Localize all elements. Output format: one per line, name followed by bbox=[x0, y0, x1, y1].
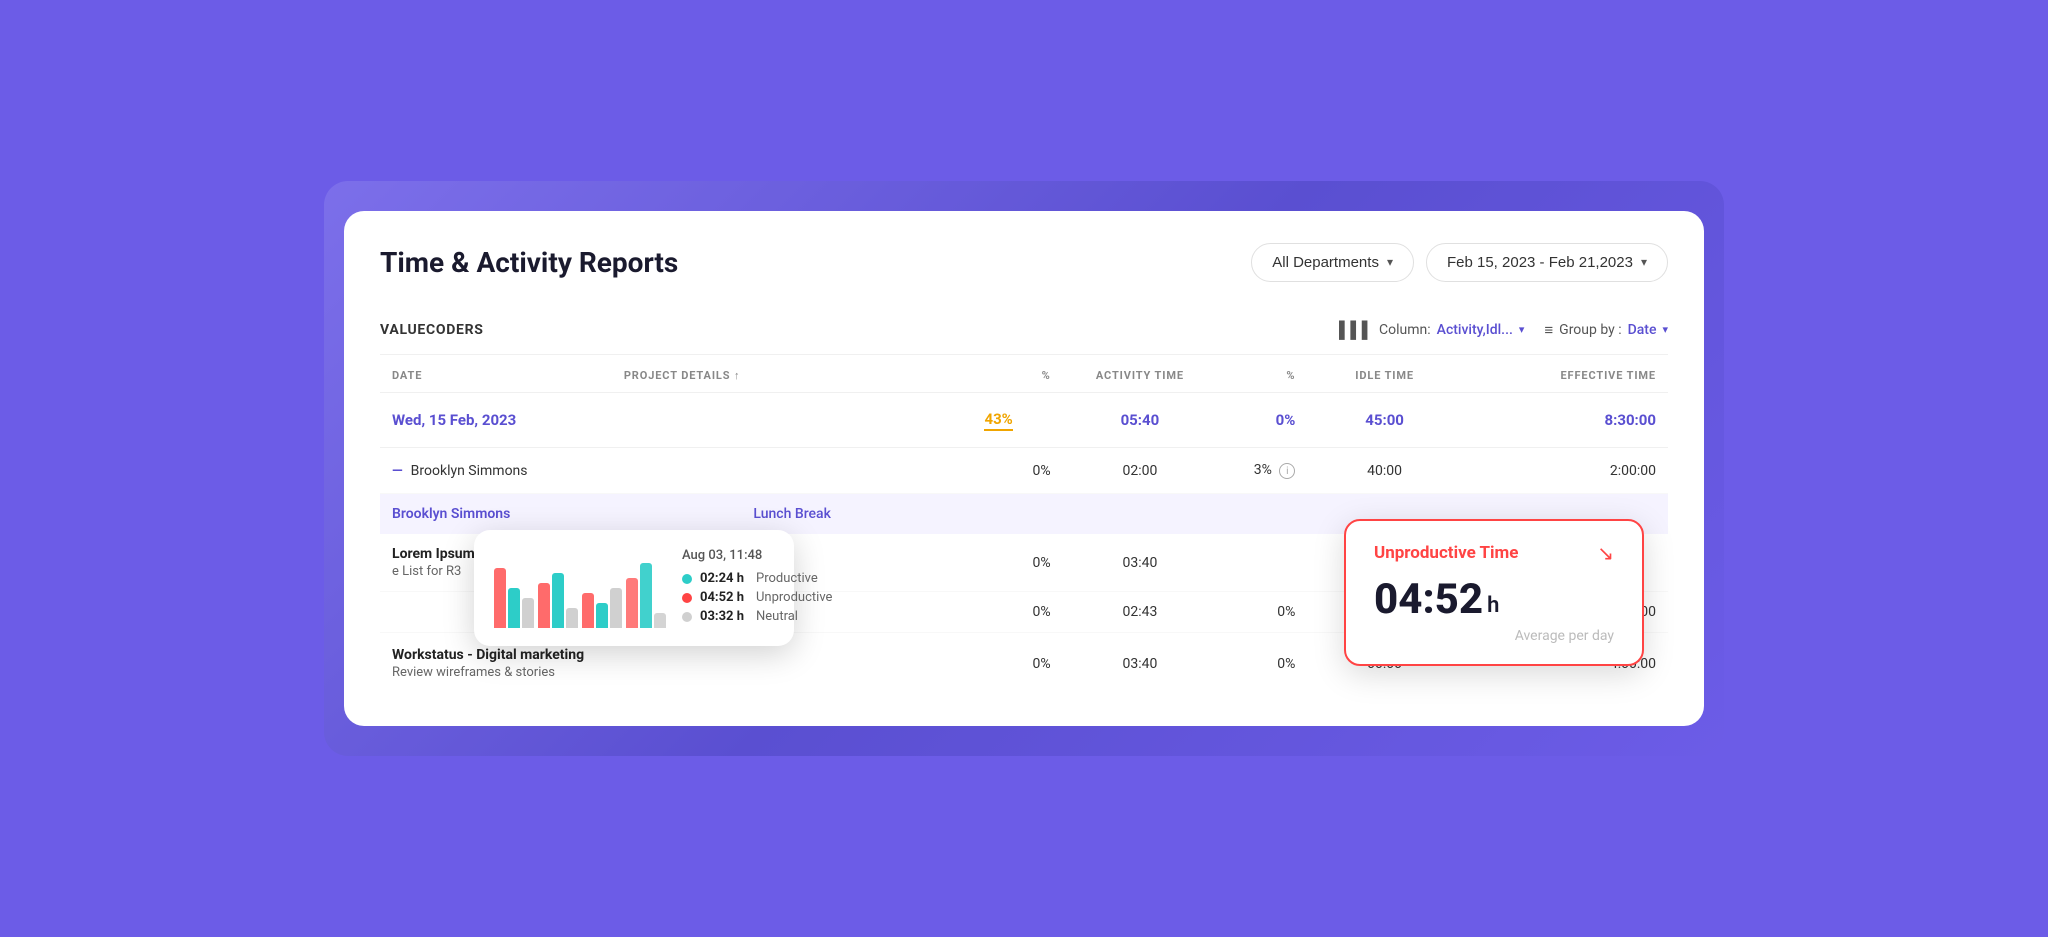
bar-red-4 bbox=[626, 578, 638, 628]
chart-popup: Aug 03, 11:48 02:24 h Productive 04:52 h… bbox=[474, 530, 794, 646]
sub2-activity-time: 02:43 bbox=[1063, 592, 1218, 633]
date-activity-pct: 43% bbox=[972, 392, 1062, 447]
user-cell: — Brooklyn Simmons bbox=[380, 447, 972, 494]
groupby-value[interactable]: Date bbox=[1628, 322, 1657, 338]
table-header-row: DATE PROJECT DETAILS ↑ % ACTIVITY TIME % bbox=[380, 355, 1668, 393]
highlight-user: Brooklyn Simmons bbox=[380, 494, 612, 535]
user-effective-time: 2:00:00 bbox=[1462, 447, 1668, 494]
bottom-activity-pct: 0% bbox=[972, 633, 1062, 695]
tooltip-label-0: Productive bbox=[756, 571, 818, 586]
bar-teal-4 bbox=[640, 563, 652, 628]
bar-red-2 bbox=[538, 583, 550, 628]
date-effective-time: 8:30:00 bbox=[1462, 392, 1668, 447]
tooltip-row-2: 03:32 h Neutral bbox=[682, 609, 832, 624]
date-idle-pct: 0% bbox=[1217, 392, 1307, 447]
unprod-header: Unproductive Time ↘ bbox=[1374, 541, 1614, 565]
bar-red-1 bbox=[494, 568, 506, 628]
th-idle-label: IDLE TIME bbox=[1319, 369, 1450, 382]
unprod-unit: h bbox=[1487, 593, 1499, 624]
chevron-down-icon: ▾ bbox=[1519, 323, 1525, 336]
tooltip-time-0: 02:24 h bbox=[700, 571, 748, 586]
tooltip-row-0: 02:24 h Productive bbox=[682, 571, 832, 586]
th-activity-pct: % bbox=[972, 355, 1062, 393]
company-name: VALUECODERS bbox=[380, 322, 484, 338]
date-idle-time: 45:00 bbox=[1307, 392, 1462, 447]
user-idle-pct: 3% i bbox=[1217, 447, 1307, 494]
column-icon: ▌▌▌ bbox=[1339, 320, 1373, 340]
dot-green-icon bbox=[682, 574, 692, 584]
user-activity-time: 02:00 bbox=[1063, 447, 1218, 494]
unprod-avg-label: Average per day bbox=[1374, 628, 1614, 644]
bar-teal-2 bbox=[552, 573, 564, 628]
user-idle-time: 40:00 bbox=[1307, 447, 1462, 494]
bar-teal-1 bbox=[508, 588, 520, 628]
column-value[interactable]: Activity,Idl... bbox=[1437, 322, 1513, 338]
column-label: Column: bbox=[1379, 322, 1431, 338]
main-card: Time & Activity Reports All Departments … bbox=[344, 211, 1704, 727]
dot-gray-icon bbox=[682, 612, 692, 622]
toolbar: VALUECODERS ▌▌▌ Column: Activity,Idl... … bbox=[380, 306, 1668, 355]
departments-dropdown[interactable]: All Departments ▾ bbox=[1251, 243, 1414, 282]
highlight-project: Lunch Break bbox=[612, 494, 973, 535]
bar-teal-3 bbox=[596, 603, 608, 628]
tooltip-time-1: 04:52 h bbox=[700, 590, 748, 605]
sub1-activity-time: 03:40 bbox=[1063, 534, 1218, 592]
groupby-control: ≡ Group by : Date ▾ bbox=[1544, 321, 1668, 339]
tooltip-label-2: Neutral bbox=[756, 609, 798, 624]
th-effective-time: EFFECTIVE TIME bbox=[1462, 355, 1668, 393]
toolbar-right: ▌▌▌ Column: Activity,Idl... ▾ ≡ Group by… bbox=[1339, 320, 1668, 340]
chevron-down-icon: ▾ bbox=[1662, 323, 1668, 336]
bottom-idle-pct: 0% bbox=[1217, 633, 1307, 695]
bar-gray-2 bbox=[566, 608, 578, 628]
bar-gray-1 bbox=[522, 598, 534, 628]
th-date: DATE bbox=[380, 355, 612, 393]
bottom-activity-time: 03:40 bbox=[1063, 633, 1218, 695]
th-activity-time: ACTIVITY TIME bbox=[1063, 355, 1218, 393]
unprod-title: Unproductive Time bbox=[1374, 543, 1518, 563]
header-controls: All Departments ▾ Feb 15, 2023 - Feb 21,… bbox=[1251, 243, 1668, 282]
th-idle-pct: % bbox=[1217, 355, 1307, 393]
filter-icon: ≡ bbox=[1544, 321, 1553, 339]
info-icon[interactable]: i bbox=[1279, 463, 1295, 479]
user-row: — Brooklyn Simmons 0% 02:00 3% i 40:00 2… bbox=[380, 447, 1668, 494]
sub2-activity-pct: 0% bbox=[972, 592, 1062, 633]
date-range-dropdown[interactable]: Feb 15, 2023 - Feb 21,2023 ▾ bbox=[1426, 243, 1668, 282]
arrow-down-icon: ↘ bbox=[1597, 541, 1614, 565]
date-group-cell: Wed, 15 Feb, 2023 bbox=[380, 392, 972, 447]
date-group-row: Wed, 15 Feb, 2023 43% 05:40 0% 45:00 8:3… bbox=[380, 392, 1668, 447]
tooltip-row-1: 04:52 h Unproductive bbox=[682, 590, 832, 605]
th-idle-time: IDLE TIME bbox=[1307, 355, 1462, 393]
unproductive-time-popup: Unproductive Time ↘ 04:52 h Average per … bbox=[1344, 519, 1644, 666]
groupby-label: Group by : bbox=[1559, 322, 1621, 338]
user-activity-pct: 0% bbox=[972, 447, 1062, 494]
column-control: ▌▌▌ Column: Activity,Idl... ▾ bbox=[1339, 320, 1524, 340]
page-header: Time & Activity Reports All Departments … bbox=[380, 243, 1668, 282]
bar-red-3 bbox=[582, 593, 594, 628]
sub1-activity-pct: 0% bbox=[972, 534, 1062, 592]
tooltip-time-2: 03:32 h bbox=[700, 609, 748, 624]
chart-tooltip: Aug 03, 11:48 02:24 h Productive 04:52 h… bbox=[682, 548, 832, 628]
th-project: PROJECT DETAILS ↑ bbox=[612, 355, 973, 393]
unprod-time-display: 04:52 h bbox=[1374, 575, 1614, 624]
outer-background: Time & Activity Reports All Departments … bbox=[324, 181, 1724, 757]
chevron-down-icon: ▾ bbox=[1387, 255, 1393, 269]
tooltip-date: Aug 03, 11:48 bbox=[682, 548, 832, 563]
tooltip-label-1: Unproductive bbox=[756, 590, 832, 605]
mini-chart bbox=[494, 548, 666, 628]
dot-red-icon bbox=[682, 593, 692, 603]
page-title: Time & Activity Reports bbox=[380, 246, 678, 279]
sub2-idle-pct: 0% bbox=[1217, 592, 1307, 633]
bar-gray-3 bbox=[610, 588, 622, 628]
th-activity-label: ACTIVITY TIME bbox=[1075, 369, 1206, 382]
date-activity-time: 05:40 bbox=[1063, 392, 1218, 447]
dash-icon: — bbox=[392, 463, 403, 479]
chevron-down-icon: ▾ bbox=[1641, 255, 1647, 269]
bar-gray-4 bbox=[654, 613, 666, 628]
